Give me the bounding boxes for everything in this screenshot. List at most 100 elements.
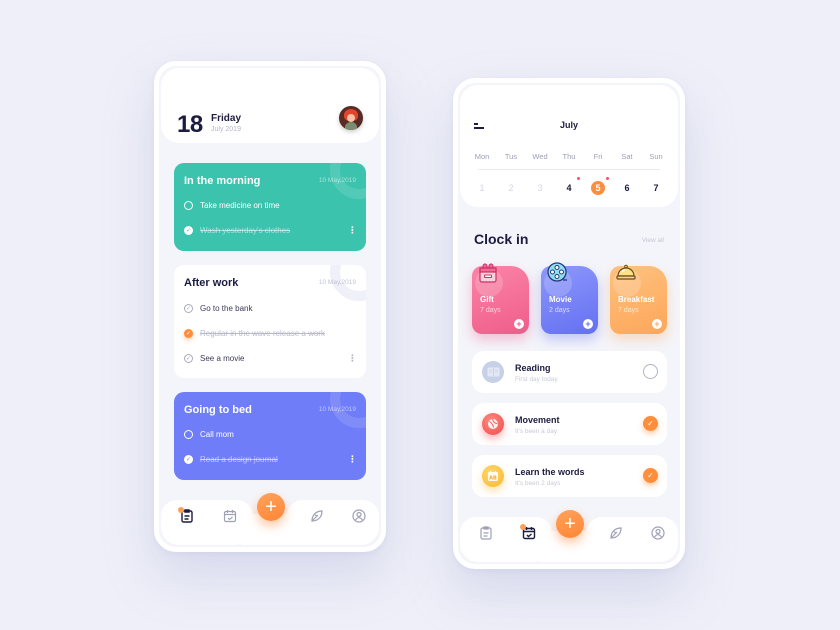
weekday-label: Tus xyxy=(504,152,518,161)
task-label: Take medicine on time xyxy=(200,201,280,210)
habit-days: 7 days xyxy=(618,307,639,314)
view-all-link[interactable]: View all xyxy=(642,237,664,244)
task-label: Wash yesterday's clothes xyxy=(200,226,291,235)
habit-subtitle: First day today xyxy=(515,376,558,383)
nav-calendar-icon[interactable] xyxy=(222,508,238,524)
day-name: Friday xyxy=(211,113,242,124)
nav-discover-leaf-icon[interactable] xyxy=(309,508,325,524)
event-dot xyxy=(606,177,609,180)
film-reel-icon xyxy=(546,262,568,284)
avatar-body xyxy=(345,122,357,130)
habit-name: Learn the words xyxy=(515,467,585,477)
calendar-day-selected[interactable]: 5 xyxy=(584,177,612,195)
nav-left-panel xyxy=(161,500,253,545)
task-label: Call mom xyxy=(200,430,234,439)
calendar-day[interactable]: 1 xyxy=(468,181,496,195)
task-item[interactable]: ✓ Go to the bank xyxy=(184,304,252,313)
active-dot xyxy=(178,507,184,513)
habit-row-learn-words[interactable]: AB Learn the words It's been 2 days ✓ xyxy=(472,455,667,497)
task-item[interactable]: ✓ Regular in the wave release a work xyxy=(184,329,325,338)
habit-name: Gift xyxy=(480,295,494,304)
task-group-morning[interactable]: In the morning 10 May,2019 Take medicine… xyxy=(174,163,366,251)
food-cloche-icon xyxy=(615,262,637,284)
task-group-after-work[interactable]: After work 10 May,2019 ✓ Go to the bank … xyxy=(174,265,366,378)
unchecked-circle-icon[interactable] xyxy=(184,430,193,439)
task-group-date: 10 May,2019 xyxy=(318,177,356,184)
habit-card-movie[interactable]: Movie 2 days + xyxy=(541,262,598,334)
nav-calendar-icon[interactable] xyxy=(520,524,537,541)
tasks-phone-screen: 18 Friday July 2019 In the morning 10 Ma… xyxy=(154,61,386,552)
habit-name: Reading xyxy=(515,363,551,373)
calendar-day[interactable]: 3 xyxy=(526,181,554,195)
add-icon[interactable]: + xyxy=(514,319,524,329)
add-task-button[interactable]: + xyxy=(257,493,285,521)
nav-profile-icon[interactable] xyxy=(351,508,367,524)
habit-days: 2 days xyxy=(549,307,570,314)
weekday-label: Sat xyxy=(621,152,633,161)
checked-circle-icon[interactable]: ✓ xyxy=(184,226,193,235)
check-circle-icon[interactable]: ✓ xyxy=(184,354,193,363)
calendar-divider xyxy=(478,169,660,170)
habit-card-gift[interactable]: Gift 7 days + xyxy=(472,263,529,334)
day-row: 1 2 3 4 5 6 7 xyxy=(468,177,670,195)
add-icon[interactable]: + xyxy=(652,319,662,329)
checked-circle-icon[interactable]: ✓ xyxy=(643,468,658,483)
task-group-going-to-bed[interactable]: Going to bed 10 May,2019 Call mom ✓ Read… xyxy=(174,392,366,480)
task-group-title: In the morning xyxy=(184,175,261,187)
more-options-icon[interactable]: ⋮ xyxy=(348,455,357,464)
bottom-nav: + xyxy=(161,493,379,545)
habit-days: 7 days xyxy=(480,307,501,314)
calendar-day[interactable]: 4 xyxy=(555,177,583,195)
gift-box-icon xyxy=(477,262,499,284)
task-label: Read a design journal xyxy=(200,455,278,464)
calendar-month[interactable]: July xyxy=(460,120,678,130)
check-circle-icon[interactable]: ✓ xyxy=(184,304,193,313)
svg-text:AB: AB xyxy=(489,476,497,482)
unchecked-circle-icon[interactable] xyxy=(643,364,658,379)
weekday-label: Fri xyxy=(593,152,603,161)
section-title: Clock in xyxy=(474,231,529,247)
add-icon[interactable]: + xyxy=(583,319,593,329)
task-item[interactable]: Call mom xyxy=(184,430,234,439)
weekday-label: Sun xyxy=(649,152,663,161)
checked-circle-icon[interactable]: ✓ xyxy=(184,455,193,464)
month-year: July 2019 xyxy=(211,126,241,133)
habit-row-reading[interactable]: Reading First day today xyxy=(472,351,667,393)
unchecked-circle-icon[interactable] xyxy=(184,201,193,210)
more-options-icon[interactable]: ⋮ xyxy=(348,226,357,235)
book-icon xyxy=(482,361,504,383)
habit-name: Movie xyxy=(549,295,572,304)
task-item[interactable]: ✓ See a movie xyxy=(184,354,244,363)
task-group-title: Going to bed xyxy=(184,404,252,416)
ab-calendar-icon: AB xyxy=(482,465,504,487)
nav-discover-leaf-icon[interactable] xyxy=(608,525,624,541)
task-group-date: 10 May,2019 xyxy=(318,279,356,286)
nav-tasks-clipboard-icon[interactable] xyxy=(178,507,195,524)
habit-subtitle: It's been a day xyxy=(515,428,558,435)
clock-in-phone-screen: July Mon Tus Wed Thu Fri Sat Sun 1 2 3 4… xyxy=(453,78,685,569)
event-dot xyxy=(577,177,580,180)
avatar[interactable] xyxy=(339,106,363,130)
task-item[interactable]: Take medicine on time xyxy=(184,201,280,210)
checked-circle-icon[interactable]: ✓ xyxy=(643,416,658,431)
habit-row-movement[interactable]: Movement It's been a day ✓ xyxy=(472,403,667,445)
habit-card-breakfast[interactable]: Breakfast 7 days + xyxy=(610,264,667,334)
task-item[interactable]: ✓ Read a design journal xyxy=(184,455,278,464)
weekday-label: Thu xyxy=(562,152,576,161)
checked-circle-icon[interactable]: ✓ xyxy=(184,329,193,338)
nav-tasks-clipboard-icon[interactable] xyxy=(478,525,494,541)
nav-profile-icon[interactable] xyxy=(650,525,666,541)
active-dot xyxy=(520,524,526,530)
task-item[interactable]: ✓ Wash yesterday's clothes xyxy=(184,226,290,235)
calendar-widget: July Mon Tus Wed Thu Fri Sat Sun 1 2 3 4… xyxy=(460,85,678,207)
add-habit-button[interactable]: + xyxy=(556,510,584,538)
weekday-label: Wed xyxy=(532,152,548,161)
calendar-day[interactable]: 2 xyxy=(497,181,525,195)
ball-icon xyxy=(482,413,504,435)
more-options-icon[interactable]: ⋮ xyxy=(348,354,357,363)
task-group-title: After work xyxy=(184,277,239,289)
calendar-day[interactable]: 6 xyxy=(613,181,641,195)
date-header: 18 Friday July 2019 xyxy=(161,68,379,143)
calendar-day[interactable]: 7 xyxy=(642,181,670,195)
task-group-date: 10 May,2019 xyxy=(318,406,356,413)
